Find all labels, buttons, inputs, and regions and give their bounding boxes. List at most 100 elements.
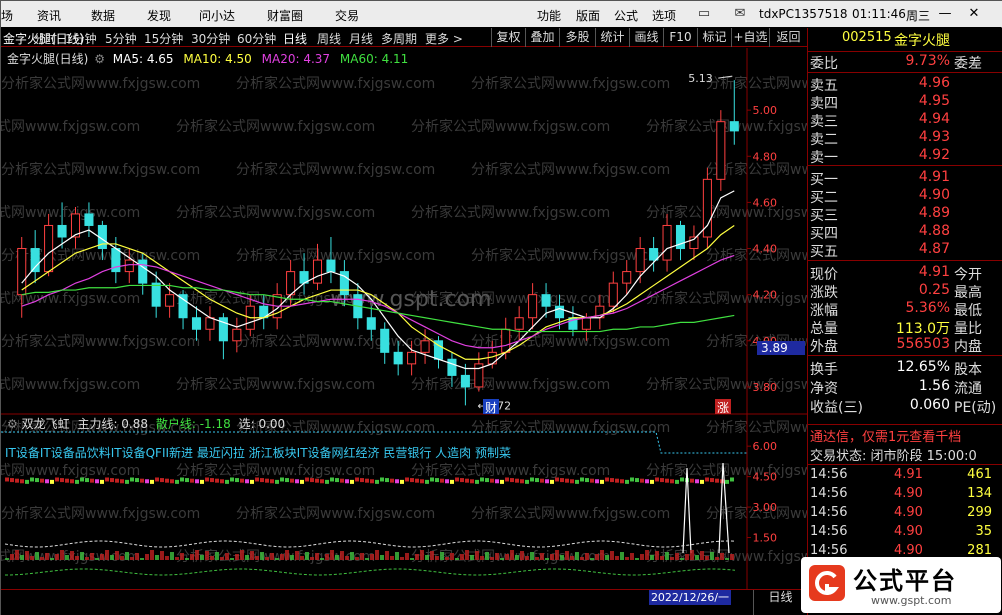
- adjust-button[interactable]: 复权: [491, 28, 525, 47]
- back-button[interactable]: 返回: [769, 28, 807, 47]
- period-5min[interactable]: 5分钟: [105, 30, 137, 47]
- signal-bar: [100, 479, 104, 484]
- menu-item-layout[interactable]: 版面: [576, 7, 600, 24]
- period-weekly[interactable]: 周线: [317, 30, 341, 47]
- signal-bar: [625, 479, 629, 484]
- mail-icon[interactable]: ✉: [729, 4, 751, 24]
- flow-bar: [560, 555, 564, 560]
- settings-icon[interactable]: ⚙: [94, 52, 105, 66]
- marker-cai[interactable]: 财: [483, 399, 499, 415]
- signal-bar: [65, 478, 69, 483]
- flow-bar: [375, 550, 379, 560]
- period-daily[interactable]: 日线: [283, 30, 307, 47]
- flow-bar: [110, 555, 114, 560]
- sub-settings-icon[interactable]: ⚙: [7, 417, 18, 431]
- signal-bar: [185, 478, 189, 483]
- flow-bar: [165, 556, 169, 560]
- menu-item-wealth[interactable]: 财富圈: [267, 7, 303, 24]
- overlay-button[interactable]: 叠加: [525, 28, 559, 47]
- signal-bar: [335, 478, 339, 483]
- signal-bar: [535, 478, 539, 483]
- menu-item-discover[interactable]: 发现: [147, 7, 171, 24]
- flow-bar: [130, 557, 134, 560]
- period-monthly[interactable]: 月线: [349, 30, 373, 47]
- promo-banner[interactable]: 通达信，仅需1元查看千档: [808, 426, 1002, 445]
- flow-bar: [230, 558, 234, 560]
- watermark-text: 分析家公式网www.fxjgsw.com: [1, 333, 200, 350]
- period-fenshi[interactable]: 分时: [33, 30, 57, 47]
- flow-bar: [500, 558, 504, 560]
- stats-button[interactable]: 统计: [595, 28, 629, 47]
- period-60min[interactable]: 60分钟: [237, 30, 276, 47]
- signal-bar: [150, 479, 154, 484]
- tick-volume: 461: [967, 467, 992, 482]
- signal-bar: [715, 478, 719, 483]
- stat-row-0-value: 4.91: [918, 264, 950, 280]
- menu-item-options[interactable]: 选项: [652, 7, 676, 24]
- signal-bar: [250, 479, 254, 484]
- f10-button[interactable]: F10: [663, 28, 697, 47]
- flow-bar: [70, 551, 74, 560]
- tick-time: 14:56: [810, 524, 848, 539]
- signal-bar: [445, 479, 449, 484]
- candle-body: [622, 271, 632, 284]
- signal-bar: [595, 479, 599, 484]
- candle-body: [205, 317, 215, 330]
- period-1min[interactable]: 1分钟: [65, 30, 97, 47]
- menu-item-formula[interactable]: 公式: [614, 7, 638, 24]
- flow-bar: [10, 554, 14, 560]
- draw-button[interactable]: 画线: [629, 28, 663, 47]
- flow-bar: [25, 551, 29, 560]
- menu-item-trade[interactable]: 交易: [335, 7, 359, 24]
- y-tick-label: 5.00: [753, 104, 778, 117]
- menu-item-ask[interactable]: 问小达: [199, 7, 235, 24]
- period-indicator[interactable]: 日线: [753, 590, 807, 615]
- signal-bar: [340, 478, 344, 483]
- tick-price: 4.90: [894, 505, 923, 520]
- flow-bar: [145, 554, 149, 560]
- signal-bar: [240, 478, 244, 483]
- signal-bar: [640, 478, 644, 483]
- signal-bar: [410, 478, 414, 483]
- signal-bar: [550, 479, 554, 484]
- signal-bar: [325, 479, 329, 484]
- window-close-icon[interactable]: ✕: [963, 4, 985, 24]
- window-minimize-icon[interactable]: —: [934, 4, 956, 24]
- chart-canvas[interactable]: 分析家公式网www.fxjgsw.com 分析家公式网www.fxjgsw.com…: [1, 48, 807, 615]
- flow-bar: [680, 558, 684, 560]
- signal-bar: [465, 478, 469, 483]
- sub-indicator-legend: ⚙ 双龙飞虹 主力线: 0.88 散户线: -1.18 选: 0.00: [7, 415, 407, 431]
- multi-stock-button[interactable]: 多股: [559, 28, 595, 47]
- minimize-icon[interactable]: ▭: [693, 4, 715, 24]
- candle-body: [729, 121, 739, 132]
- stat2-row-0-value: 12.65%: [896, 359, 950, 375]
- ask-row-4-value: 4.95: [918, 93, 950, 109]
- candle-body: [165, 294, 175, 307]
- period-30min[interactable]: 30分钟: [191, 30, 230, 47]
- mark-button[interactable]: 标记: [697, 28, 731, 47]
- ask-row-2-label: 卖二: [810, 132, 838, 148]
- signal-bar: [565, 478, 569, 483]
- marker-zhang[interactable]: 涨: [715, 399, 731, 415]
- menu-item-market[interactable]: 场: [1, 7, 13, 24]
- flow-bar: [685, 554, 689, 560]
- menu-item-news[interactable]: 资讯: [37, 7, 61, 24]
- ask-row-4: 卖四 4.95: [808, 93, 1002, 112]
- flow-bar: [670, 557, 674, 560]
- flow-bar: [525, 556, 529, 560]
- watermark-text: 分析家公式网www.fxjgsw.com: [411, 376, 610, 393]
- watermark-text: 分析家公式网www.fxjgsw.com: [471, 419, 670, 436]
- menu-item-data[interactable]: 数据: [91, 7, 115, 24]
- signal-bar: [350, 479, 354, 484]
- stat-row-4-right-label: 内盘: [954, 339, 982, 355]
- menu-item-function[interactable]: 功能: [537, 7, 561, 24]
- period-multi[interactable]: 多周期: [381, 30, 417, 47]
- signal-bar: [245, 479, 249, 484]
- period-15min[interactable]: 15分钟: [144, 30, 183, 47]
- signal-bar: [295, 479, 299, 484]
- flow-bar: [320, 558, 324, 560]
- candle-body: [138, 259, 148, 284]
- stat-row-2-right-label: 最低: [954, 303, 982, 319]
- add-watchlist-button[interactable]: +自选: [731, 28, 769, 47]
- period-more[interactable]: 更多 >: [425, 30, 463, 47]
